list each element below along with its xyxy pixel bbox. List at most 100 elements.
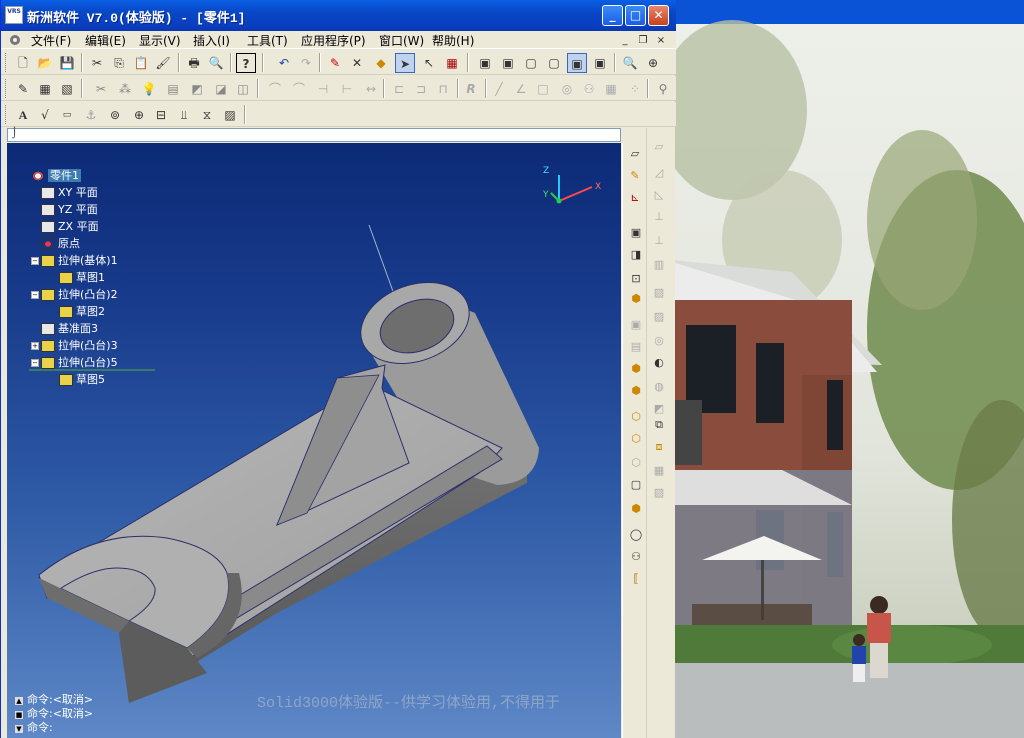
view-e-icon[interactable]: ▣: [567, 53, 587, 73]
delete-icon[interactable]: ✕: [347, 53, 367, 73]
box-outline-icon[interactable]: ▢: [627, 476, 645, 494]
dimension-icon[interactable]: √: [35, 105, 55, 125]
scroll-bar-icon[interactable]: ■: [15, 711, 23, 719]
box-yellow-icon[interactable]: ⬢: [627, 500, 645, 518]
pattern-feature-icon[interactable]: ▤: [627, 338, 645, 356]
polyline-icon[interactable]: ∠: [511, 79, 531, 99]
view-b-icon[interactable]: ▣: [498, 53, 518, 73]
close-button[interactable]: ✕: [648, 5, 669, 26]
shade-icon[interactable]: ◫: [233, 79, 253, 99]
tree-item-5[interactable]: − 拉伸(基体)1: [31, 253, 118, 269]
hole-icon[interactable]: ⊡: [627, 270, 645, 288]
menu-help[interactable]: 帮助(H): [432, 32, 474, 49]
hatch-icon[interactable]: ▨: [220, 105, 240, 125]
expand-toggle-icon[interactable]: −: [31, 359, 39, 367]
center-icon[interactable]: ⊕: [129, 105, 149, 125]
view-f-icon[interactable]: ▣: [590, 53, 610, 73]
target-icon[interactable]: ⊚: [105, 105, 125, 125]
line-icon[interactable]: ╱: [489, 79, 509, 99]
scroll-down-icon[interactable]: ▼: [15, 725, 23, 733]
extrude-icon[interactable]: ▱: [650, 138, 668, 156]
menu-view[interactable]: 显示(V): [139, 32, 181, 49]
pencil-icon[interactable]: ✎: [626, 167, 644, 185]
select-filter-icon[interactable]: ↖: [419, 53, 439, 73]
fill-icon[interactable]: ▤: [163, 79, 183, 99]
rect-icon[interactable]: □: [533, 79, 553, 99]
radius-icon[interactable]: R: [461, 79, 481, 99]
menu-file[interactable]: 文件(F): [31, 32, 71, 49]
tree-item-12[interactable]: 草图5: [59, 372, 105, 388]
print-icon[interactable]: 🖶: [184, 53, 204, 73]
tree-item-1[interactable]: XY 平面: [41, 185, 98, 201]
tree-item-8[interactable]: 草图2: [59, 304, 105, 320]
tree-item-6[interactable]: 草图1: [59, 270, 105, 286]
solid-b-icon[interactable]: ⬢: [627, 382, 645, 400]
mirror-icon[interactable]: ▣: [627, 316, 645, 334]
light-icon[interactable]: 💡: [139, 79, 159, 99]
doc-close-button[interactable]: ×: [654, 34, 668, 48]
thread-icon[interactable]: ◍: [650, 378, 668, 396]
tree-item-4[interactable]: 原点: [41, 236, 80, 252]
menu-applications[interactable]: 应用程序(P): [301, 32, 366, 49]
command-line[interactable]: ▼ 命令:: [15, 721, 93, 735]
loft-icon[interactable]: ⊥: [650, 208, 668, 226]
trim-icon[interactable]: ⊣: [313, 79, 333, 99]
view-d-icon[interactable]: ▢: [544, 53, 564, 73]
combine-icon[interactable]: ⧈: [650, 438, 668, 456]
doc-restore-button[interactable]: ❐: [636, 34, 650, 48]
tree-item-2[interactable]: YZ 平面: [41, 202, 98, 218]
command-ruler[interactable]: ⌡: [7, 128, 621, 142]
minimize-button[interactable]: _: [602, 5, 623, 26]
dim-v-icon[interactable]: ⊐: [411, 79, 431, 99]
beam-icon[interactable]: ⫫: [174, 105, 194, 125]
tree-item-9[interactable]: 基准面3: [41, 321, 98, 337]
fillet-icon[interactable]: ⌒: [289, 79, 309, 99]
tree-item-7[interactable]: − 拉伸(凸台)2: [31, 287, 118, 303]
sweep-icon[interactable]: ◺: [650, 186, 668, 204]
zoom-icon[interactable]: 🔍: [620, 53, 640, 73]
open-icon[interactable]: 📂: [35, 53, 55, 73]
expand-toggle-icon[interactable]: −: [31, 291, 39, 299]
select-icon[interactable]: ➤: [395, 53, 415, 73]
calculator-icon[interactable]: ▦: [442, 53, 462, 73]
undo-icon[interactable]: ↶: [274, 53, 294, 73]
zoom-in-icon[interactable]: ⊕: [643, 53, 663, 73]
cut-revolve-icon[interactable]: ◨: [627, 246, 645, 264]
tree-item-3[interactable]: ZX 平面: [41, 219, 99, 235]
solid-a-icon[interactable]: ⬢: [627, 360, 645, 378]
point-icon[interactable]: ⁘: [625, 79, 645, 99]
render-icon[interactable]: ◩: [187, 79, 207, 99]
measure-icon[interactable]: ✂: [91, 79, 111, 99]
menu-tools[interactable]: 工具(T): [247, 32, 288, 49]
fillet-feature-icon[interactable]: ▨: [650, 308, 668, 326]
array-icon[interactable]: ▦: [601, 79, 621, 99]
dim-r-icon[interactable]: ⊓: [433, 79, 453, 99]
anchor-icon[interactable]: ⚓: [81, 105, 101, 125]
expand-toggle-icon[interactable]: −: [31, 257, 39, 265]
text-icon[interactable]: A: [13, 105, 33, 125]
solid-d-icon[interactable]: ⬡: [627, 430, 645, 448]
revolve-icon[interactable]: ◿: [650, 164, 668, 182]
pan-icon[interactable]: ⚲: [653, 79, 673, 99]
view-c-icon[interactable]: ▢: [521, 53, 541, 73]
sketch-icon[interactable]: ✎: [13, 79, 33, 99]
plane-view-icon[interactable]: ▱: [626, 145, 644, 163]
plate-icon[interactable]: ⊟: [151, 105, 171, 125]
menu-insert[interactable]: 插入(I): [193, 32, 230, 49]
cut-icon[interactable]: ✂: [87, 53, 107, 73]
solid-c-icon[interactable]: ⬡: [627, 408, 645, 426]
copy-icon[interactable]: ⎘: [109, 53, 129, 73]
texture-feature-icon[interactable]: ▧: [650, 484, 668, 502]
edit-icon[interactable]: ✎: [325, 53, 345, 73]
dim-h-icon[interactable]: ⊏: [389, 79, 409, 99]
document-gear-icon[interactable]: [8, 33, 22, 46]
grid-icon[interactable]: ▦: [35, 79, 55, 99]
rib-icon[interactable]: ⊥: [650, 232, 668, 250]
extend-icon[interactable]: ⊢: [337, 79, 357, 99]
redo-icon[interactable]: ↷: [296, 53, 316, 73]
pattern-icon[interactable]: ⁂: [115, 79, 135, 99]
new-icon[interactable]: 🗋: [13, 53, 33, 73]
chain-icon[interactable]: ⚇: [627, 548, 645, 566]
tree-root[interactable]: 零件1: [31, 168, 81, 184]
offset-icon[interactable]: ↔: [361, 79, 381, 99]
